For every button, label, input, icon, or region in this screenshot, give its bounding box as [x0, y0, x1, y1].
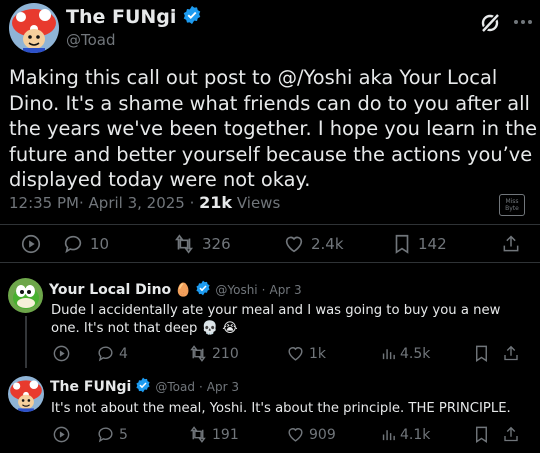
reply-icon	[98, 346, 113, 362]
reply1-like-count: 1k	[309, 345, 327, 362]
reply2-views-button[interactable]: 4.1k	[380, 425, 430, 444]
post-text: Making this call out post to @/Yoshi aka…	[9, 66, 538, 191]
avatar-toad-small[interactable]	[8, 376, 44, 412]
repost-icon	[190, 345, 206, 362]
reply-icon	[98, 427, 113, 443]
repost-button[interactable]: 326	[172, 233, 231, 255]
bookmark-icon	[476, 426, 487, 443]
divider-top	[0, 224, 540, 225]
heart-icon	[288, 347, 303, 361]
share-icon	[504, 345, 518, 361]
reply2-date: Apr 3	[206, 380, 240, 394]
reply2-reply-button[interactable]: 5	[96, 425, 128, 444]
reply1-text: Dude I accidentally ate your meal and I …	[51, 303, 501, 336]
reply2-text: It's not about the meal, Yoshi. It's abo…	[51, 401, 511, 416]
verified-badge-icon	[135, 377, 151, 397]
reply1-date: Apr 3	[269, 283, 302, 297]
watermark-stamp: Miss Byte	[499, 194, 525, 216]
bookmark-icon	[476, 345, 487, 362]
reply1-play-button[interactable]	[52, 344, 71, 363]
reply2-like-count: 909	[309, 426, 336, 443]
reply1-views-button[interactable]: 4.5k	[380, 344, 430, 363]
more-options-icon[interactable]	[513, 14, 533, 34]
reply1-reply-count: 4	[119, 345, 128, 362]
play-icon	[53, 345, 70, 362]
reply2-author-name[interactable]: The FUNgi	[50, 379, 131, 395]
reply1-reply-button[interactable]: 4	[96, 344, 128, 363]
reply-button[interactable]: 10	[62, 233, 109, 255]
grok-icon[interactable]	[478, 11, 502, 39]
reply2-like-button[interactable]: 909	[286, 425, 336, 444]
bookmark-count: 142	[418, 235, 447, 253]
play-icon	[53, 426, 70, 443]
repost-icon	[190, 426, 206, 443]
reply2-play-button[interactable]	[52, 425, 71, 444]
like-count: 2.4k	[311, 235, 344, 253]
reply1-like-button[interactable]: 1k	[286, 344, 326, 363]
bookmark-button[interactable]: 142	[392, 233, 447, 255]
bookmark-icon	[395, 234, 409, 254]
share-icon	[503, 235, 519, 252]
analytics-icon	[382, 430, 395, 441]
repost-icon	[175, 234, 193, 254]
thread-line	[25, 316, 27, 368]
reply2-share-button[interactable]	[502, 425, 520, 444]
heart-icon	[285, 236, 303, 253]
heart-icon	[288, 428, 303, 442]
play-icon	[21, 234, 41, 254]
views-analytics-button[interactable]	[20, 233, 42, 255]
views-count: 21k	[199, 193, 233, 212]
reply-icon	[64, 235, 82, 254]
repost-count: 326	[202, 235, 231, 253]
reply2-handle[interactable]: @Toad	[155, 380, 195, 394]
reply1-share-button[interactable]	[502, 344, 520, 363]
like-button[interactable]: 2.4k	[283, 233, 344, 255]
reply1-repost-count: 210	[212, 345, 239, 362]
analytics-icon	[382, 349, 395, 360]
reply2-views-count: 4.1k	[400, 426, 431, 443]
reply2-repost-count: 191	[212, 426, 239, 443]
reply1-views-count: 4.5k	[400, 345, 431, 362]
reply2-repost-button[interactable]: 191	[188, 425, 239, 444]
post-time: 12:35 PM	[9, 194, 79, 212]
reply2-reply-count: 5	[119, 426, 128, 443]
share-button[interactable]	[501, 233, 521, 255]
post-meta: 12:35 PM· April 3, 2025 · 21k Views	[9, 193, 281, 212]
reply1-bookmark-button[interactable]	[473, 344, 490, 363]
reply1-handle[interactable]: @Yoshi	[215, 283, 257, 297]
egg-emoji: 🥚	[175, 282, 192, 298]
avatar-yoshi[interactable]	[8, 278, 43, 313]
views-label: Views	[236, 194, 281, 212]
divider-bottom	[0, 262, 540, 263]
verified-badge-icon	[182, 5, 202, 29]
author-handle[interactable]: @Toad	[66, 31, 116, 49]
verified-badge-icon	[195, 280, 211, 300]
avatar-toad[interactable]	[9, 3, 59, 53]
author-name[interactable]: The FUNgi	[66, 6, 176, 28]
reply-count: 10	[90, 235, 110, 253]
reply1-author-name[interactable]: Your Local Dino	[49, 282, 171, 298]
post-date: April 3, 2025	[88, 194, 185, 212]
share-icon	[504, 426, 518, 442]
reply2-bookmark-button[interactable]	[473, 425, 490, 444]
reply1-repost-button[interactable]: 210	[188, 344, 239, 363]
